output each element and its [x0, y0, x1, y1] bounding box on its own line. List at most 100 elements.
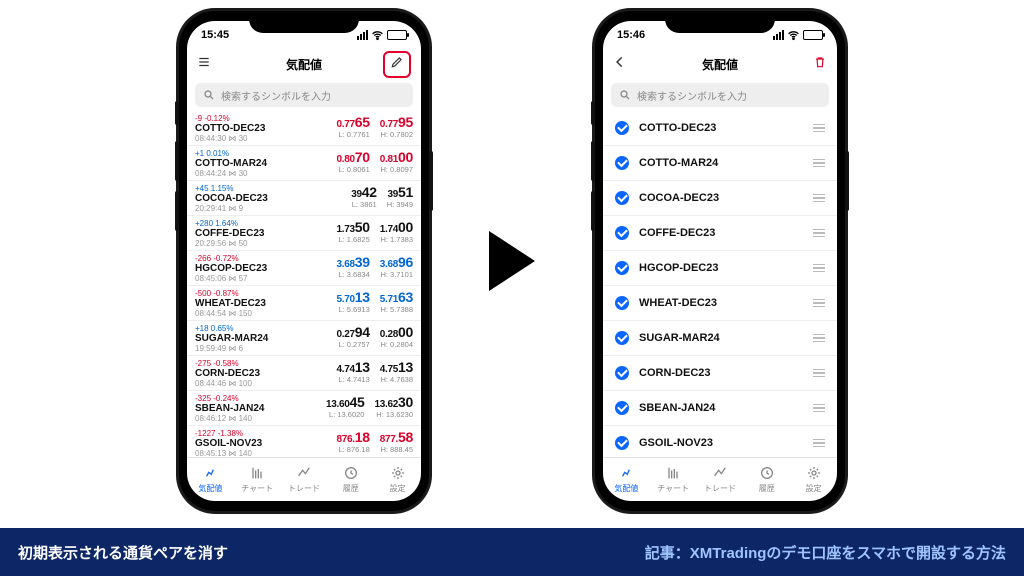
check-icon[interactable]: [615, 156, 629, 170]
bid: 13.6045: [326, 394, 365, 410]
edit-row[interactable]: COTTO-MAR24: [603, 146, 837, 181]
symbol: SUGAR-MAR24: [195, 333, 268, 344]
edit-row[interactable]: CORN-DEC23: [603, 356, 837, 391]
signal-icon: [773, 30, 784, 40]
phone-right: 15:46 気配値 検索するシンボルを入力 COTTO-DEC23 COTTO-M…: [595, 11, 845, 511]
signal-icon: [357, 30, 368, 40]
quote-row[interactable]: -500 -0.87%WHEAT-DEC2308:44:54 ⋈ 1505.70…: [187, 286, 421, 321]
drag-handle-icon[interactable]: [813, 124, 825, 133]
check-icon[interactable]: [615, 401, 629, 415]
quote-row[interactable]: +18 0.65%SUGAR-MAR2419:59:49 ⋈ 60.2794L:…: [187, 321, 421, 356]
back-button[interactable]: [613, 55, 627, 74]
tab-chart[interactable]: チャート: [650, 458, 697, 501]
tab-trade[interactable]: トレード: [281, 458, 328, 501]
quote-row[interactable]: -275 -0.58%CORN-DEC2308:44:46 ⋈ 1004.741…: [187, 356, 421, 391]
tab-trade[interactable]: トレード: [697, 458, 744, 501]
drag-handle-icon[interactable]: [813, 439, 825, 448]
wifi-icon: [787, 29, 800, 42]
tab-settings[interactable]: 設定: [374, 458, 421, 501]
edit-row[interactable]: HGCOP-DEC23: [603, 251, 837, 286]
delta: -275 -0.58%: [195, 359, 260, 368]
search-input[interactable]: 検索するシンボルを入力: [611, 83, 829, 107]
page-title: 気配値: [702, 56, 738, 73]
symbol: COFFE-DEC23: [195, 228, 264, 239]
phone-left: 15:45 気配値 検索するシンボルを入力 -9 -0.12%COTTO-DEC…: [179, 11, 429, 511]
battery-icon: [387, 30, 407, 40]
trash-button[interactable]: [813, 55, 827, 74]
ask: 0.2800: [380, 324, 413, 340]
timestamp: 08:45:13 ⋈ 140: [195, 449, 262, 457]
edit-row[interactable]: WHEAT-DEC23: [603, 286, 837, 321]
edit-row[interactable]: GSOIL-NOV23: [603, 426, 837, 457]
quote-row[interactable]: -325 -0.24%SBEAN-JAN2408:46:12 ⋈ 14013.6…: [187, 391, 421, 426]
tab-history[interactable]: 履歴: [743, 458, 790, 501]
status-bar: 15:46: [603, 21, 837, 49]
bid: 5.7013: [337, 289, 370, 305]
quote-row[interactable]: +45 1.15%COCOA-DEC2320:29:41 ⋈ 93942L: 3…: [187, 181, 421, 216]
check-icon[interactable]: [615, 226, 629, 240]
symbol: HGCOP-DEC23: [195, 263, 267, 274]
edit-row[interactable]: COFFE-DEC23: [603, 216, 837, 251]
check-icon[interactable]: [615, 331, 629, 345]
search-input[interactable]: 検索するシンボルを入力: [195, 83, 413, 107]
tab-quotes[interactable]: 気配値: [187, 458, 234, 501]
drag-handle-icon[interactable]: [813, 229, 825, 238]
quote-row[interactable]: -266 -0.72%HGCOP-DEC2308:45:06 ⋈ 573.683…: [187, 251, 421, 286]
high: H: 13.6230: [376, 410, 413, 419]
quote-row[interactable]: -1227 -1.38%GSOIL-NOV2308:45:13 ⋈ 140876…: [187, 426, 421, 457]
symbol: COCOA-DEC23: [195, 193, 268, 204]
drag-handle-icon[interactable]: [813, 299, 825, 308]
drag-handle-icon[interactable]: [813, 404, 825, 413]
high: H: 5.7388: [380, 305, 413, 314]
bid: 3.6839: [337, 254, 370, 270]
quote-row[interactable]: -9 -0.12%COTTO-DEC2308:44:30 ⋈ 300.7765L…: [187, 111, 421, 146]
tab-chart[interactable]: チャート: [234, 458, 281, 501]
low: L: 0.7761: [338, 130, 369, 139]
symbol: GSOIL-NOV23: [639, 437, 713, 449]
symbol: SUGAR-MAR24: [639, 332, 720, 344]
check-icon[interactable]: [615, 261, 629, 275]
edit-row[interactable]: SBEAN-JAN24: [603, 391, 837, 426]
wifi-icon: [371, 29, 384, 42]
high: H: 888.45: [380, 445, 413, 454]
tab-quotes[interactable]: 気配値: [603, 458, 650, 501]
delta: -325 -0.24%: [195, 394, 264, 403]
delta: -1227 -1.38%: [195, 429, 262, 438]
drag-handle-icon[interactable]: [813, 159, 825, 168]
edit-row[interactable]: COTTO-DEC23: [603, 111, 837, 146]
tab-label: チャート: [241, 483, 273, 494]
battery-icon: [803, 30, 823, 40]
bid: 3942: [351, 184, 377, 200]
drag-handle-icon[interactable]: [813, 334, 825, 343]
check-icon[interactable]: [615, 296, 629, 310]
list-view-icon[interactable]: [197, 55, 211, 74]
ask: 877.58: [380, 429, 413, 445]
tab-history[interactable]: 履歴: [327, 458, 374, 501]
low: L: 5.6913: [338, 305, 369, 314]
drag-handle-icon[interactable]: [813, 194, 825, 203]
tab-bar: 気配値チャートトレード履歴設定: [603, 457, 837, 501]
check-icon[interactable]: [615, 121, 629, 135]
edit-row[interactable]: SUGAR-MAR24: [603, 321, 837, 356]
delta: +18 0.65%: [195, 324, 268, 333]
drag-handle-icon[interactable]: [813, 369, 825, 378]
symbol: CORN-DEC23: [639, 367, 711, 379]
check-icon[interactable]: [615, 436, 629, 450]
ask: 5.7163: [380, 289, 413, 305]
check-icon[interactable]: [615, 191, 629, 205]
search-placeholder: 検索するシンボルを入力: [221, 88, 331, 103]
high: H: 3.7101: [380, 270, 413, 279]
check-icon[interactable]: [615, 366, 629, 380]
symbol: COCOA-DEC23: [639, 192, 719, 204]
symbol: COTTO-MAR24: [639, 157, 718, 169]
symbol: GSOIL-NOV23: [195, 438, 262, 449]
drag-handle-icon[interactable]: [813, 264, 825, 273]
edit-button[interactable]: [383, 51, 411, 78]
low: L: 4.7413: [338, 375, 369, 384]
ask: 13.6230: [374, 394, 413, 410]
edit-row[interactable]: COCOA-DEC23: [603, 181, 837, 216]
quote-row[interactable]: +280 1.64%COFFE-DEC2320:29:56 ⋈ 501.7350…: [187, 216, 421, 251]
quote-row[interactable]: +1 0.01%COTTO-MAR2408:44:24 ⋈ 300.8070L:…: [187, 146, 421, 181]
status-time: 15:45: [201, 29, 229, 41]
tab-settings[interactable]: 設定: [790, 458, 837, 501]
